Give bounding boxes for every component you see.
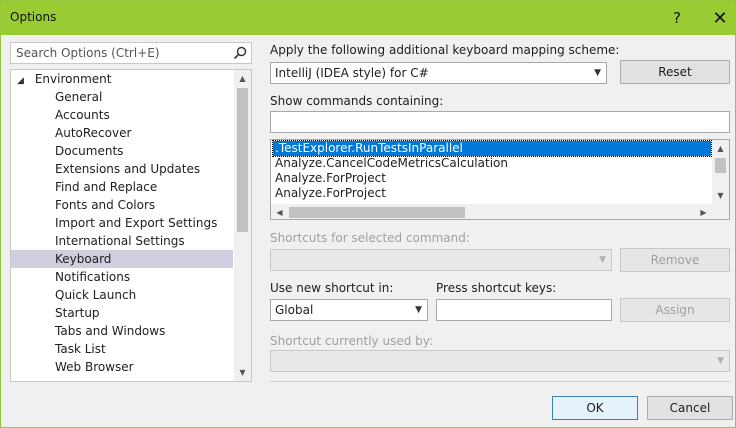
tree-item-find-and-replace[interactable]: Find and Replace: [11, 178, 233, 196]
shortcuts-selected-dropdown[interactable]: ▼: [270, 249, 612, 271]
tree-vertical-scrollbar[interactable]: ▲ ▼: [234, 70, 251, 381]
search-icon[interactable]: [232, 45, 248, 61]
ok-button[interactable]: OK: [552, 396, 638, 420]
tree-item-web-browser[interactable]: Web Browser: [11, 358, 233, 376]
options-tree[interactable]: ◢ Environment General Accounts AutoRecov…: [10, 69, 252, 382]
show-commands-input[interactable]: [271, 112, 729, 132]
help-button[interactable]: ?: [662, 6, 692, 30]
scroll-left-icon[interactable]: ◀: [271, 204, 288, 219]
tree-item-import-export-settings[interactable]: Import and Export Settings: [11, 214, 233, 232]
scroll-up-icon[interactable]: ▲: [712, 140, 729, 157]
tree-item-keyboard[interactable]: Keyboard: [11, 250, 233, 268]
scroll-thumb[interactable]: [715, 158, 726, 173]
currently-used-dropdown[interactable]: ▼: [270, 350, 730, 372]
list-item[interactable]: Analyze.ForProject: [273, 186, 711, 201]
close-button[interactable]: ✕: [705, 6, 735, 30]
tree-item-fonts-and-colors[interactable]: Fonts and Colors: [11, 196, 233, 214]
mapping-scheme-value: IntelliJ (IDEA style) for C#: [275, 66, 429, 80]
tree-item-international-settings[interactable]: International Settings: [11, 232, 233, 250]
use-new-shortcut-dropdown[interactable]: Global ▼: [270, 299, 428, 321]
search-options-input[interactable]: [11, 43, 229, 63]
tree-item-label: Environment: [34, 72, 112, 86]
list-item[interactable]: .TestExplorer.RunTestsInParallel: [272, 140, 712, 157]
press-shortcut-keys-label: Press shortcut keys:: [436, 281, 557, 295]
options-dialog: Options ? ✕ ◢ Environment General Accoun…: [0, 0, 736, 428]
chevron-down-icon: ▼: [415, 305, 422, 315]
tree-item-startup[interactable]: Startup: [11, 304, 233, 322]
tree-item-task-list[interactable]: Task List: [11, 340, 233, 358]
tree-item-environment[interactable]: ◢ Environment: [17, 70, 111, 88]
mapping-scheme-label: Apply the following additional keyboard …: [270, 43, 620, 57]
tree-item-accounts[interactable]: Accounts: [11, 106, 233, 124]
scroll-down-icon[interactable]: ▼: [712, 187, 729, 204]
reset-button[interactable]: Reset: [620, 60, 730, 84]
press-shortcut-keys-input[interactable]: [437, 300, 611, 320]
tree-item-general[interactable]: General: [11, 88, 233, 106]
use-new-shortcut-value: Global: [275, 303, 314, 317]
tree-item-autorecover[interactable]: AutoRecover: [11, 124, 233, 142]
scroll-thumb[interactable]: [237, 88, 248, 232]
list-item[interactable]: Analyze.CancelCodeMetricsCalculation: [273, 156, 711, 171]
press-shortcut-keys-box: [436, 299, 612, 321]
tree-item-extensions-and-updates[interactable]: Extensions and Updates: [11, 160, 233, 178]
list-item[interactable]: Analyze.ForProject: [273, 171, 711, 186]
cancel-button[interactable]: Cancel: [647, 396, 733, 420]
mapping-scheme-dropdown[interactable]: IntelliJ (IDEA style) for C# ▼: [270, 62, 607, 84]
scroll-down-icon[interactable]: ▼: [234, 364, 251, 381]
use-new-shortcut-label: Use new shortcut in:: [270, 281, 394, 295]
divider: [270, 381, 730, 382]
show-commands-box: [270, 111, 730, 133]
chevron-down-icon: ▼: [599, 255, 606, 265]
scroll-up-icon[interactable]: ▲: [234, 70, 251, 87]
show-commands-label: Show commands containing:: [270, 94, 444, 108]
window-title: Options: [10, 10, 57, 24]
commands-vertical-scrollbar[interactable]: ▲ ▼: [712, 140, 729, 204]
title-bar: Options ? ✕: [1, 1, 735, 35]
tree-item-tabs-and-windows[interactable]: Tabs and Windows: [11, 322, 233, 340]
shortcuts-selected-label: Shortcuts for selected command:: [270, 231, 470, 245]
search-options-box: [10, 42, 252, 64]
tree-item-quick-launch[interactable]: Quick Launch: [11, 286, 233, 304]
currently-used-label: Shortcut currently used by:: [270, 334, 434, 348]
scroll-right-icon[interactable]: ▶: [695, 204, 712, 219]
remove-button[interactable]: Remove: [620, 248, 730, 272]
commands-list[interactable]: .TestExplorer.RunTestsInParallel Analyze…: [270, 139, 730, 220]
chevron-down-icon: ▼: [594, 68, 601, 78]
scroll-thumb[interactable]: [289, 207, 465, 218]
chevron-down-icon: ▼: [717, 356, 724, 366]
tree-item-documents[interactable]: Documents: [11, 142, 233, 160]
scrollbar-corner: [712, 204, 729, 219]
assign-button[interactable]: Assign: [620, 298, 730, 322]
commands-horizontal-scrollbar[interactable]: ◀ ▶: [271, 204, 712, 219]
tree-item-notifications[interactable]: Notifications: [11, 268, 233, 286]
